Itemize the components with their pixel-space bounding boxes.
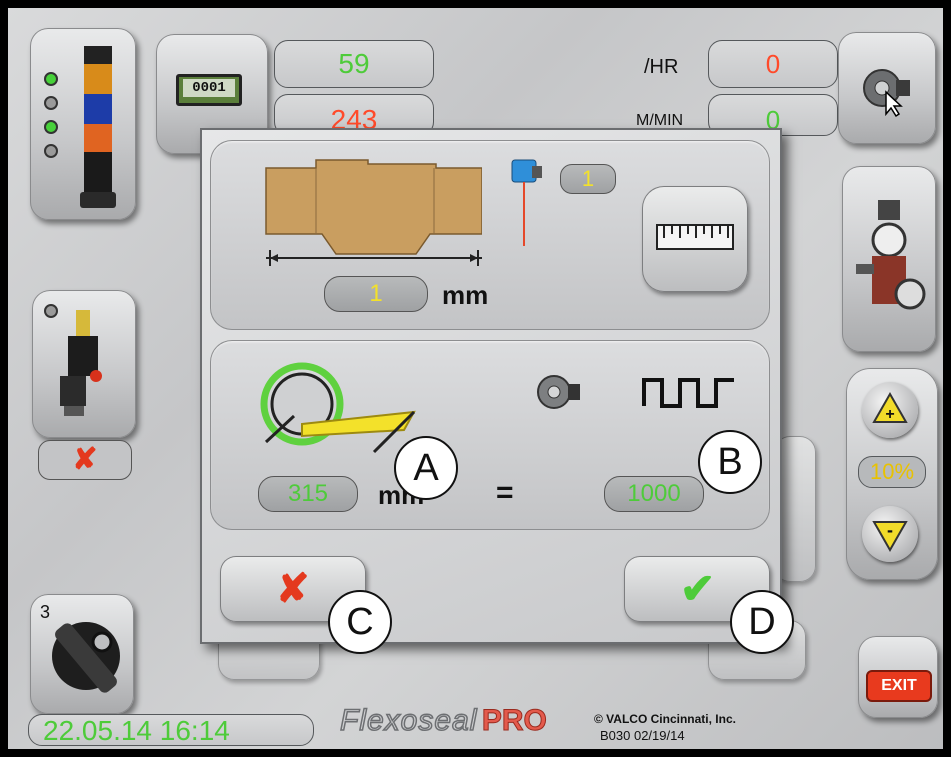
exit-button[interactable]: EXIT [866,670,932,702]
status-led-2 [44,96,58,110]
batch-icon: 0001 [176,74,242,106]
equals-sign: = [496,476,514,509]
measure-button[interactable] [642,186,748,292]
pulse-icon [642,378,734,408]
speed-adjust-panel: + 10% - [846,368,938,580]
datetime-field: 22.05.14 16:14 [28,714,314,746]
length-panel: 1 1 mm [210,140,770,330]
status-led-1 [44,72,58,86]
cancel-x-icon: ✘ [276,567,310,611]
svg-text:-: - [887,520,893,540]
air-regulator-icon [856,200,926,310]
encoder-icon [863,69,910,118]
length-unit: mm [442,280,489,310]
arrow-down-icon: - [872,520,908,553]
version-text: B030 02/19/14 [600,728,685,743]
callout-c: C [328,590,392,654]
callout-b: B [698,430,762,494]
wrench-icon [52,622,120,693]
encoder-small-icon [537,375,580,409]
svg-text:+: + [885,406,894,423]
sensor-count-field[interactable]: 1 [560,164,616,194]
increase-button[interactable]: + [862,382,918,438]
circumference-input[interactable]: 315 [258,476,358,512]
valve-status: ✘ [38,440,132,480]
maintenance-button[interactable]: 3 [30,594,134,714]
encoder-panel: 315 mm = 1000 [210,340,770,530]
valve-button[interactable] [32,290,136,438]
callout-a: A [394,436,458,500]
valve-icon [60,310,102,416]
arrow-up-icon: + [872,391,908,423]
status-led-4 [44,144,58,158]
callout-d: D [730,590,794,654]
exit-tile: EXIT [858,636,938,718]
brand-pro: PRO [481,704,547,738]
count-field-1: 59 [274,40,434,88]
pulses-input[interactable]: 1000 [604,476,704,512]
stack-light-button[interactable] [30,28,136,220]
decrease-button[interactable]: - [862,506,918,562]
rate-label: /HR [644,56,679,78]
copyright-text: © VALCO Cincinnati, Inc. [594,712,736,726]
encoder-calibration-dialog: 1 1 mm 315 mm = 1000 ✘ ✔ [200,128,782,644]
encoder-settings-button[interactable] [838,32,936,144]
batch-icon-text: 0001 [183,79,235,97]
sensor-icon [511,159,542,246]
box-blank-icon [265,159,482,266]
speed-percent-field: 10% [858,456,926,488]
confirm-check-icon: ✔ [680,565,716,612]
rate-field: 0 [708,40,838,88]
stack-light-icon [80,46,116,208]
length-input[interactable]: 1 [324,276,428,312]
ruler-icon [656,224,734,250]
disabled-x-icon: ✘ [72,443,98,476]
status-led-3 [44,120,58,134]
machine-screen: 0001 59 243 /HR 0 M/MIN 0 + 10% - ✘ 3 EX… [8,8,943,749]
air-regulator-button[interactable] [842,166,936,352]
brand-name: Flexoseal [339,703,478,738]
brand-logo: Flexoseal PRO [339,703,547,738]
